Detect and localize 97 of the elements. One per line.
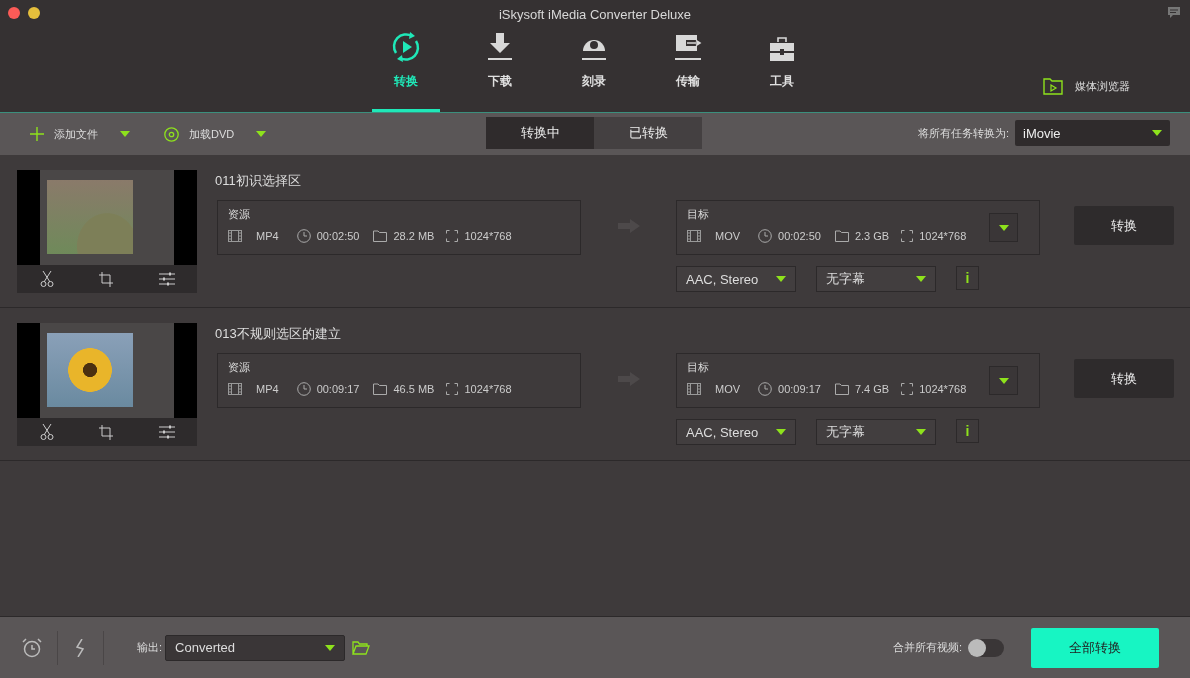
crop-icon[interactable] [98, 271, 114, 287]
sliders-icon[interactable] [158, 425, 175, 439]
clock-icon [296, 229, 311, 243]
merge-toggle[interactable] [968, 638, 1004, 657]
caret-icon [998, 224, 1009, 231]
resolution-icon [446, 230, 459, 242]
add-files-dropdown[interactable] [120, 131, 130, 137]
plus-icon [30, 127, 44, 141]
format-text: MOV [715, 383, 741, 395]
lightning-icon[interactable] [75, 638, 85, 657]
folder-icon[interactable] [352, 640, 371, 655]
window-title: iSkysoft iMedia Converter Deluxe [498, 6, 692, 22]
size-text: 46.5 MB [393, 383, 435, 395]
status-tab[interactable]: 已转换 [594, 117, 702, 149]
status-tab[interactable]: 转换中 [486, 117, 594, 149]
caret-icon [776, 276, 786, 282]
panel-label: 资源 [228, 360, 251, 375]
video-thumbnail[interactable] [17, 170, 197, 293]
film-icon [228, 230, 242, 242]
convert-all-button[interactable]: 全部转换 [1031, 627, 1159, 668]
add-files-button[interactable]: 添加文件 [30, 126, 98, 142]
film-icon [228, 383, 242, 395]
resolution-icon [446, 383, 459, 395]
clock-icon [296, 382, 311, 396]
target-format-dropdown[interactable] [989, 213, 1018, 242]
duration-text: 00:09:17 [316, 383, 360, 395]
size-text: 2.3 GB [854, 230, 890, 242]
panel-label: 目标 [687, 360, 710, 375]
film-icon [687, 230, 701, 242]
target-format-dropdown[interactable] [989, 366, 1018, 395]
resolution-icon [901, 383, 914, 395]
format-text: MP4 [256, 230, 279, 242]
caret-icon [916, 429, 926, 435]
nav-tab[interactable]: 工具 [748, 28, 816, 112]
output-label: 输出: [137, 640, 163, 655]
convert-icon [390, 31, 422, 63]
crop-icon[interactable] [98, 424, 114, 440]
nav-tab[interactable]: 刻录 [560, 28, 628, 112]
audio-dropdown[interactable]: AAC, Stereo [676, 419, 796, 445]
toolbox-icon [768, 35, 796, 63]
caret-icon [120, 131, 130, 137]
caret-icon [776, 429, 786, 435]
close-button[interactable] [8, 7, 20, 19]
alarm-clock-icon[interactable] [22, 637, 42, 658]
caret-icon [1152, 130, 1162, 136]
scissors-icon[interactable] [39, 424, 54, 440]
merge-videos-label: 合并所有视频: [892, 640, 962, 655]
media-browser-button[interactable]: 媒体浏览器 [1043, 78, 1130, 95]
film-icon [687, 383, 701, 395]
resolution-text: 1024*768 [464, 383, 512, 395]
sliders-icon[interactable] [158, 272, 175, 286]
folder-icon [834, 383, 849, 395]
nav-tab[interactable]: 传输 [654, 28, 722, 112]
output-folder-dropdown[interactable]: Converted [165, 634, 346, 661]
size-text: 28.2 MB [393, 230, 435, 242]
convert-button[interactable]: 转换 [1074, 359, 1174, 398]
convert-all-label: 将所有任务转换为: [917, 125, 1009, 141]
size-text: 7.4 GB [854, 383, 890, 395]
minimize-button[interactable] [28, 7, 40, 19]
caret-icon [325, 644, 336, 651]
convert-button[interactable]: 转换 [1074, 206, 1174, 245]
info-button[interactable]: i [956, 266, 979, 290]
resolution-text: 1024*768 [464, 230, 512, 242]
load-dvd-dropdown[interactable] [256, 131, 267, 137]
format-text: MOV [715, 230, 741, 242]
folder-icon [834, 230, 849, 242]
scissors-icon[interactable] [39, 271, 54, 287]
resolution-icon [901, 230, 914, 242]
video-title: 011初识选择区 [215, 172, 301, 190]
chat-icon[interactable] [1168, 7, 1180, 19]
folder-icon [373, 383, 388, 395]
video-thumbnail[interactable] [17, 323, 197, 446]
duration-text: 00:02:50 [316, 230, 360, 242]
subtitle-dropdown[interactable]: 无字幕 [816, 266, 936, 292]
format-text: MP4 [256, 383, 279, 395]
caret-icon [916, 276, 926, 282]
panel-label: 目标 [687, 207, 710, 222]
clock-icon [758, 382, 773, 396]
duration-text: 00:02:50 [778, 230, 821, 242]
caret-icon [256, 131, 267, 137]
disc-icon [164, 126, 179, 142]
caret-icon [998, 377, 1009, 384]
info-button[interactable]: i [956, 419, 979, 443]
folder-icon [373, 230, 388, 242]
output-format-dropdown[interactable]: iMovie [1015, 120, 1170, 146]
folder-play-icon [1043, 78, 1063, 95]
resolution-text: 1024*768 [919, 383, 967, 395]
nav-tab[interactable]: 下载 [466, 28, 534, 112]
duration-text: 00:09:17 [778, 383, 821, 395]
panel-label: 资源 [228, 207, 251, 222]
audio-dropdown[interactable]: AAC, Stereo [676, 266, 796, 292]
load-dvd-button[interactable]: 加载DVD [164, 126, 235, 142]
subtitle-dropdown[interactable]: 无字幕 [816, 419, 936, 445]
video-title: 013不规则选区的建立 [215, 325, 341, 343]
resolution-text: 1024*768 [919, 230, 967, 242]
download-icon [486, 31, 514, 63]
clock-icon [758, 229, 773, 243]
